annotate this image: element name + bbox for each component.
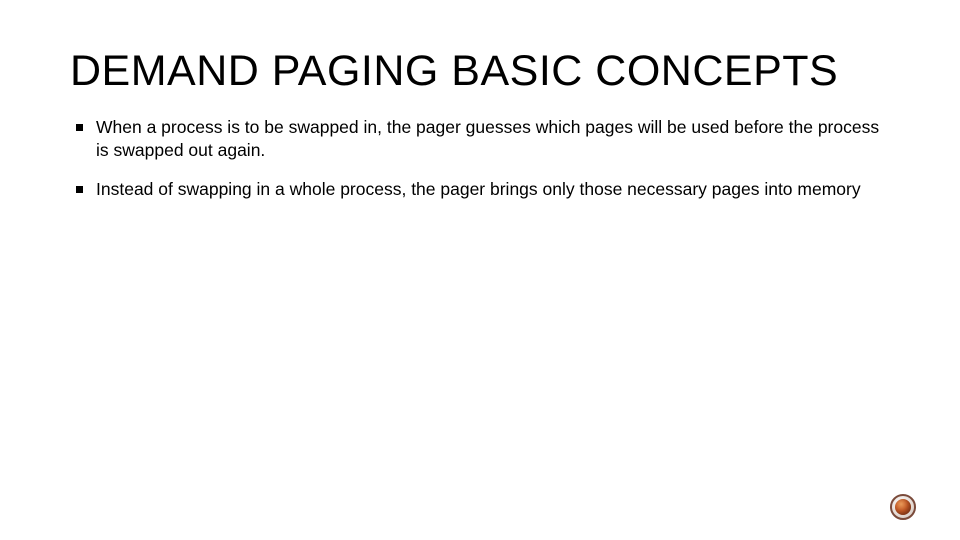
bullet-list: When a process is to be swapped in, the … [70, 116, 890, 200]
slide-title: DEMAND PAGING BASIC CONCEPTS [70, 48, 890, 94]
list-item: When a process is to be swapped in, the … [72, 116, 882, 162]
list-item: Instead of swapping in a whole process, … [72, 178, 882, 201]
slide: DEMAND PAGING BASIC CONCEPTS When a proc… [0, 0, 960, 540]
decorative-corner-icon [890, 494, 916, 520]
